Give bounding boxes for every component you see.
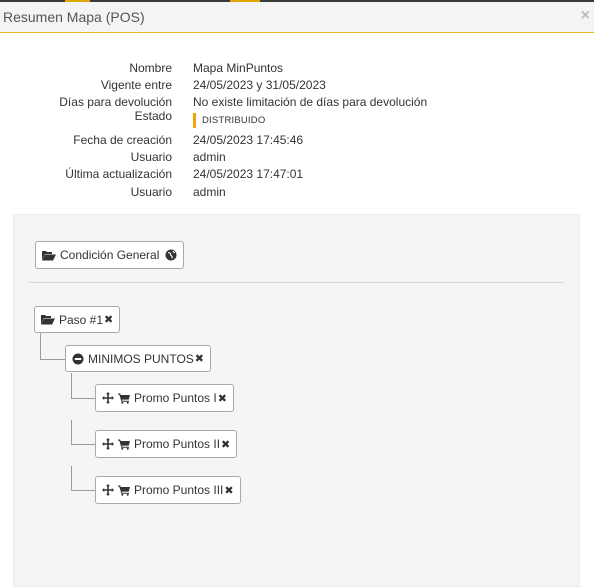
remove-promo-icon[interactable]: ✖ <box>224 484 233 497</box>
remove-step-icon[interactable]: ✖ <box>104 313 113 326</box>
info-row-validity: Vigente entre 24/05/2023 y 31/05/2023 <box>0 78 594 95</box>
tree-connector <box>71 398 95 399</box>
info-label: Nombre <box>129 61 172 75</box>
tree-connector <box>71 373 72 399</box>
general-condition-label: Condición General <box>60 248 160 262</box>
dialog-title: Resumen Mapa (POS) <box>3 9 145 25</box>
divider <box>29 282 564 283</box>
tree-connector <box>40 333 41 360</box>
info-value: DISTRIBUIDO <box>193 112 265 129</box>
info-label: Días para devolución <box>59 95 172 110</box>
info-value: admin <box>193 150 226 165</box>
info-row-return-days: Días para devolución No existe limitació… <box>0 95 594 112</box>
info-row-updater: Usuario admin <box>0 185 594 202</box>
promo-label: Promo Puntos I <box>134 391 217 405</box>
tree-connector <box>71 444 95 445</box>
step-node[interactable]: Paso #1 ✖ <box>34 306 121 333</box>
globe-icon <box>165 249 177 261</box>
info-label: Última actualización <box>65 167 172 182</box>
promo-node[interactable]: Promo Puntos II ✖ <box>95 430 238 458</box>
remove-promo-icon[interactable]: ✖ <box>218 392 227 405</box>
info-label: Fecha de creación <box>73 133 172 148</box>
remove-promo-icon[interactable]: ✖ <box>221 438 230 451</box>
cart-icon <box>118 439 130 450</box>
cart-icon <box>118 393 130 404</box>
status-badge: DISTRIBUIDO <box>193 113 265 129</box>
tree-connector <box>40 359 65 360</box>
map-summary-info: Nombre Mapa MinPuntos Vigente entre 24/0… <box>0 61 594 202</box>
cart-icon <box>118 485 130 496</box>
folder-open-icon <box>42 250 56 261</box>
promo-node[interactable]: Promo Puntos III ✖ <box>95 476 241 504</box>
step-label: Paso #1 <box>59 312 104 327</box>
info-row-status: Estado DISTRIBUIDO <box>0 109 594 133</box>
info-label: Vigente entre <box>100 78 172 93</box>
promo-node[interactable]: Promo Puntos I ✖ <box>95 384 234 412</box>
info-value: 24/05/2023 17:47:01 <box>193 167 304 182</box>
info-label: Estado <box>134 109 172 124</box>
general-condition-button[interactable]: Condición General <box>35 241 185 269</box>
dialog-titlebar: Resumen Mapa (POS) × <box>0 2 594 33</box>
tree-connector <box>71 490 95 491</box>
move-icon[interactable] <box>102 438 114 450</box>
info-label: Usuario <box>130 184 172 199</box>
info-row-created: Fecha de creación 24/05/2023 17:45:46 <box>0 133 594 150</box>
close-icon[interactable]: × <box>581 8 590 24</box>
info-row-name: Nombre Mapa MinPuntos <box>0 61 594 78</box>
tree-connector <box>71 420 72 444</box>
info-row-updated: Última actualización 24/05/2023 17:47:01 <box>0 167 594 184</box>
info-label: Usuario <box>130 150 172 165</box>
promo-label: Promo Puntos II <box>134 437 221 451</box>
info-value: admin <box>193 184 226 199</box>
info-value: 24/05/2023 17:45:46 <box>193 133 304 148</box>
group-node[interactable]: MINIMOS PUNTOS ✖ <box>65 345 212 372</box>
info-value: Mapa MinPuntos <box>193 61 284 75</box>
minus-circle-icon <box>72 353 84 365</box>
move-icon[interactable] <box>102 484 114 496</box>
folder-open-icon <box>41 314 55 325</box>
tree-connector <box>71 466 72 490</box>
info-row-creator: Usuario admin <box>0 150 594 167</box>
move-icon[interactable] <box>102 392 114 404</box>
remove-group-icon[interactable]: ✖ <box>195 352 204 365</box>
info-value: No existe limitación de días para devolu… <box>193 95 428 110</box>
info-value: 24/05/2023 y 31/05/2023 <box>193 78 326 93</box>
promo-label: Promo Puntos III <box>134 483 224 497</box>
group-label: MINIMOS PUNTOS <box>88 351 194 366</box>
